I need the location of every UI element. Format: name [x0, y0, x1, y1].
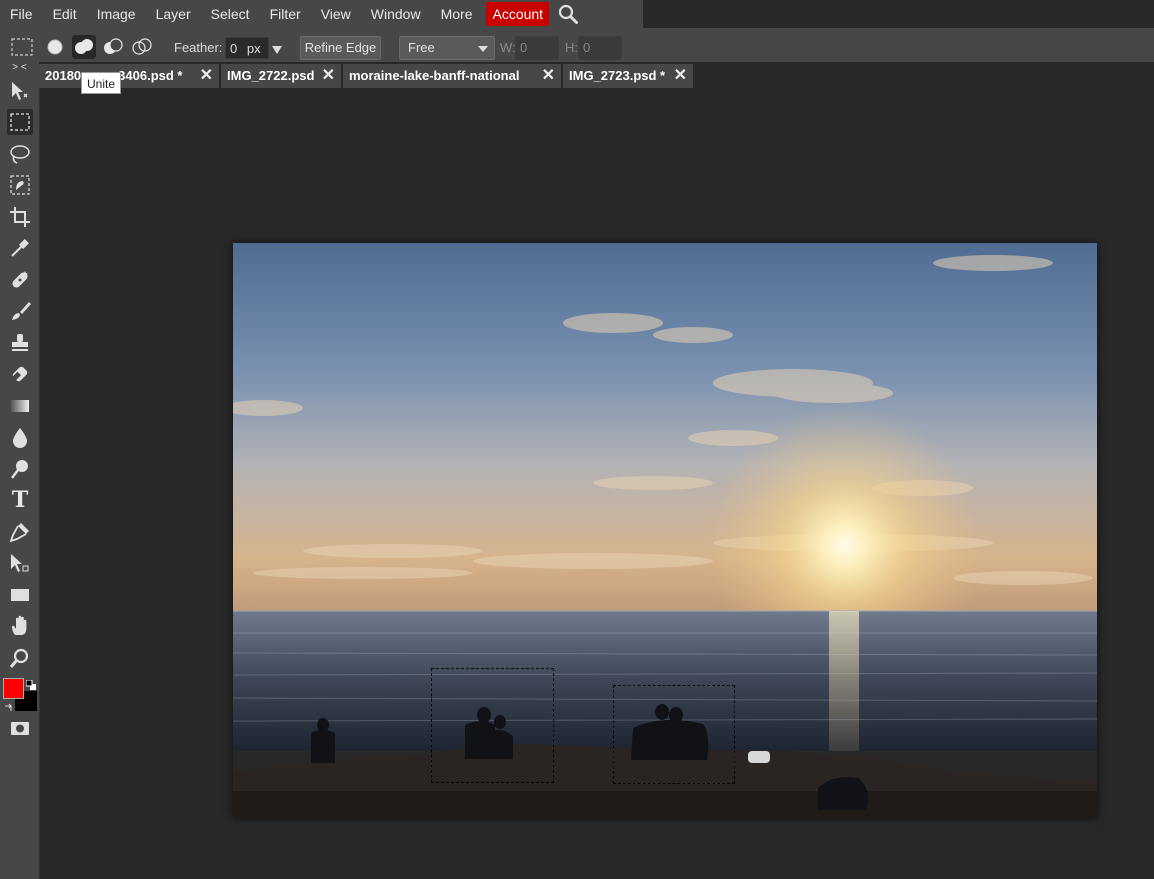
swap-colors-icon[interactable]	[4, 701, 14, 716]
menu-bar-spacer	[643, 0, 1154, 28]
collapse-toolbar-button[interactable]: > <	[0, 62, 39, 74]
tab-document-4[interactable]: IMG_2723.psd * ✕	[563, 64, 694, 88]
refine-edge-button[interactable]: Refine Edge	[300, 36, 381, 60]
selection-marquee-1[interactable]	[431, 668, 554, 783]
lasso-icon[interactable]	[7, 141, 33, 167]
style-select-value: Free	[408, 40, 435, 55]
menu-more[interactable]: More	[431, 0, 483, 28]
move-icon[interactable]	[7, 78, 33, 104]
height-field[interactable]: 0	[578, 36, 622, 60]
shape-icon[interactable]	[7, 582, 33, 608]
close-icon[interactable]: ✕	[200, 64, 213, 88]
feather-dropdown-icon[interactable]	[271, 43, 283, 58]
type-icon[interactable]: T	[7, 487, 33, 513]
stamp-icon[interactable]	[7, 330, 33, 356]
close-icon[interactable]: ✕	[674, 64, 687, 88]
tab-label-tail: 3406.psd *	[118, 68, 183, 83]
unite-tooltip: Unite	[81, 72, 122, 94]
account-button[interactable]: Account	[486, 2, 550, 26]
quick-select-icon[interactable]	[7, 172, 33, 198]
feather-value: 0	[230, 41, 238, 56]
style-select[interactable]: Free	[399, 36, 495, 60]
tab-document-1[interactable]: 20180 3406.psd * ✕	[39, 64, 220, 88]
new-selection-icon[interactable]	[43, 35, 67, 59]
path-select-icon[interactable]	[7, 550, 33, 576]
foreground-color-swatch[interactable]	[3, 678, 24, 699]
document-canvas[interactable]	[233, 243, 1097, 818]
brush-icon[interactable]	[7, 298, 33, 324]
menu-bar: File Edit Image Layer Select Filter View…	[0, 0, 643, 28]
zoom-icon[interactable]	[7, 645, 33, 671]
crop-icon[interactable]	[7, 204, 33, 230]
intersect-icon[interactable]	[130, 35, 154, 59]
document-tabs: 20180 3406.psd * ✕ IMG_2722.psd ✕ moraine…	[39, 62, 1154, 88]
eraser-icon[interactable]	[7, 361, 33, 387]
feather-unit: px	[246, 41, 261, 56]
chevron-down-icon	[478, 46, 488, 52]
blur-icon[interactable]	[7, 424, 33, 450]
selection-marquee-2[interactable]	[613, 685, 735, 784]
marquee-tool-icon	[11, 38, 33, 59]
menu-filter[interactable]: Filter	[260, 0, 311, 28]
menu-file[interactable]: File	[0, 0, 43, 28]
tab-label: moraine-lake-banff-national	[349, 68, 520, 83]
hand-icon[interactable]	[7, 613, 33, 639]
unite-icon[interactable]	[72, 35, 96, 59]
eyedropper-icon[interactable]	[7, 235, 33, 261]
rect-marquee-icon[interactable]	[7, 109, 33, 135]
tab-label: IMG_2723.psd *	[569, 68, 666, 83]
healing-icon[interactable]	[7, 267, 33, 293]
menu-select[interactable]: Select	[201, 0, 260, 28]
tab-label: 20180	[45, 68, 82, 83]
menu-layer[interactable]: Layer	[146, 0, 201, 28]
width-field[interactable]: 0	[515, 36, 559, 60]
default-colors-icon[interactable]	[25, 678, 36, 693]
pen-icon[interactable]	[7, 519, 33, 545]
close-icon[interactable]: ✕	[537, 64, 555, 88]
options-bar: Feather: 0 px Refine Edge Free W: 0 H: 0	[0, 28, 1154, 62]
subtract-icon[interactable]	[101, 35, 125, 59]
tab-document-2[interactable]: IMG_2722.psd ✕	[221, 64, 342, 88]
tab-document-3[interactable]: moraine-lake-banff-national ✕	[343, 64, 562, 88]
dodge-icon[interactable]	[7, 456, 33, 482]
feather-field[interactable]: 0 px	[225, 37, 269, 59]
menu-image[interactable]: Image	[87, 0, 146, 28]
close-icon[interactable]: ✕	[322, 64, 335, 88]
menu-edit[interactable]: Edit	[43, 0, 87, 28]
menu-window[interactable]: Window	[361, 0, 431, 28]
search-icon[interactable]	[557, 3, 579, 25]
tab-label: IMG_2722.psd	[227, 68, 315, 83]
type-tool-glyph: T	[11, 487, 29, 513]
menu-view[interactable]: View	[311, 0, 361, 28]
quick-mask-icon[interactable]	[7, 715, 33, 741]
gradient-icon[interactable]	[7, 393, 33, 419]
